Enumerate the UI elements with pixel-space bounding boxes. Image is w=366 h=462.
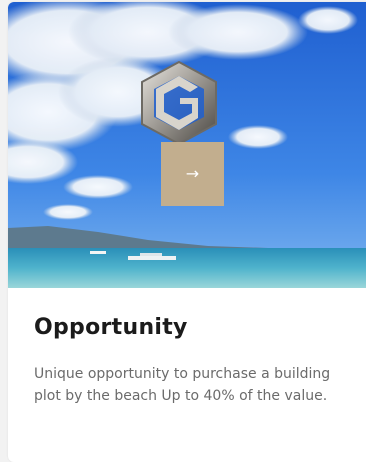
arrow-right-button[interactable]: → xyxy=(161,142,224,206)
card-content: Opportunity Unique opportunity to purcha… xyxy=(8,288,366,462)
hexagon-brand-logo xyxy=(141,60,217,146)
card-title: Opportunity xyxy=(34,315,188,340)
arrow-right-icon: → xyxy=(185,164,200,183)
beach-photo: → xyxy=(8,2,366,288)
opportunity-card[interactable]: → Opportunity Unique opportunity to purc… xyxy=(8,2,366,462)
card-description: Unique opportunity to purchase a buildin… xyxy=(34,366,331,404)
